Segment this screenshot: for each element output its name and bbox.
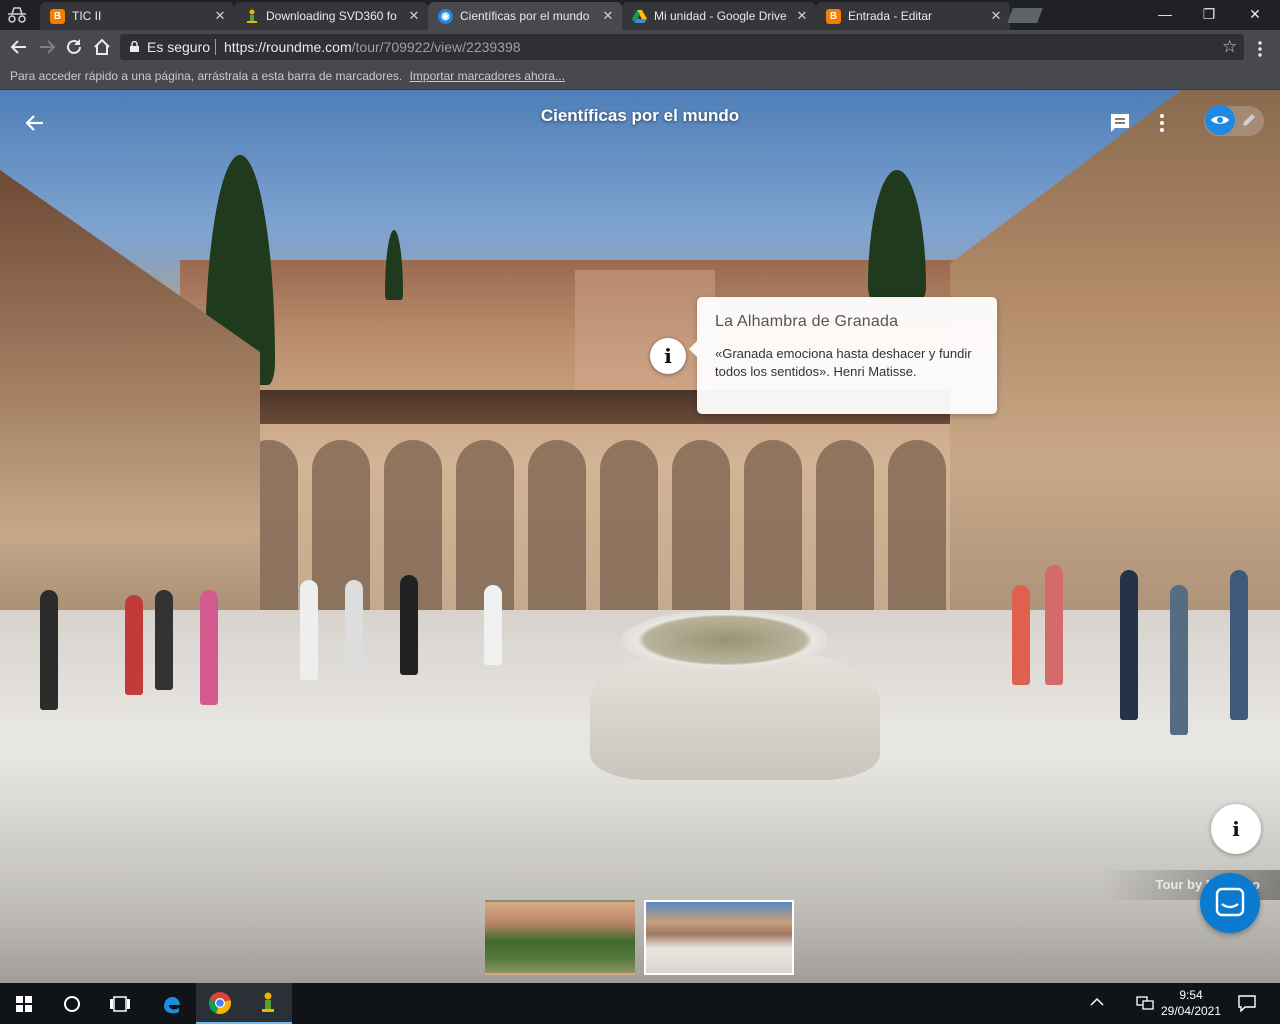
notifications-icon[interactable] bbox=[1238, 994, 1256, 1012]
drive-icon bbox=[632, 9, 647, 24]
tab-title: TIC II bbox=[72, 9, 102, 23]
visitor bbox=[1012, 585, 1030, 685]
new-tab-button[interactable] bbox=[1007, 8, 1043, 23]
visitor bbox=[200, 590, 218, 705]
visitor bbox=[1170, 585, 1188, 735]
network-icon[interactable] bbox=[1136, 995, 1154, 1011]
chrome-taskbar-button[interactable] bbox=[196, 983, 244, 1024]
search-circle-icon bbox=[64, 995, 80, 1012]
tab-close-icon[interactable]: ✕ bbox=[214, 8, 226, 24]
tab-close-icon[interactable]: ✕ bbox=[990, 8, 1002, 24]
start-button[interactable] bbox=[0, 983, 48, 1024]
popup-title: La Alhambra de Granada bbox=[715, 313, 899, 330]
visitor bbox=[1230, 570, 1248, 720]
chat-icon bbox=[1215, 887, 1245, 917]
close-window-button[interactable]: ✕ bbox=[1232, 4, 1278, 26]
tab-close-icon[interactable]: ✕ bbox=[408, 8, 420, 24]
visitor bbox=[1120, 570, 1138, 720]
blogger-icon: B bbox=[826, 8, 841, 24]
tab-tic-ii[interactable]: B TIC II ✕ bbox=[40, 2, 234, 30]
url-host: https://roundme.com bbox=[224, 39, 352, 55]
panorama-viewer[interactable]: Científicas por el mundo i La Alhambra d… bbox=[0, 90, 1280, 983]
bookmarks-hint: Para acceder rápido a una página, arrást… bbox=[10, 69, 403, 83]
search-button[interactable] bbox=[48, 983, 96, 1024]
tour-info-button[interactable]: i bbox=[1211, 804, 1261, 854]
windows-taskbar: 9:54 29/04/2021 bbox=[0, 983, 1280, 1024]
task-view-button[interactable] bbox=[96, 983, 144, 1024]
tab-close-icon[interactable]: ✕ bbox=[602, 8, 614, 24]
info-hotspot[interactable]: i bbox=[650, 338, 686, 374]
visitor bbox=[400, 575, 418, 675]
visitor bbox=[484, 585, 502, 665]
task-view-icon bbox=[110, 995, 130, 1012]
visitor bbox=[155, 590, 173, 690]
home-icon[interactable] bbox=[91, 36, 113, 58]
import-bookmarks-link[interactable]: Importar marcadores ahora... bbox=[410, 69, 565, 83]
scene-thumbnail-1[interactable] bbox=[485, 900, 635, 975]
back-icon[interactable] bbox=[8, 36, 30, 58]
chat-button[interactable] bbox=[1200, 873, 1260, 933]
fountain-basin bbox=[622, 610, 828, 670]
tab-entrada-editar[interactable]: B Entrada - Editar ✕ bbox=[816, 2, 1010, 30]
chrome-menu-icon[interactable] bbox=[1258, 40, 1262, 58]
bookmark-star-icon[interactable]: ☆ bbox=[1222, 37, 1237, 57]
address-separator bbox=[215, 39, 216, 55]
security-label: Es seguro bbox=[147, 39, 211, 55]
maximize-button[interactable]: ❐ bbox=[1186, 4, 1232, 26]
address-bar[interactable]: Es seguro https://roundme.com/tour/70992… bbox=[120, 34, 1244, 60]
tab-title: Mi unidad - Google Drive bbox=[654, 9, 787, 23]
tab-title: Downloading SVD360 fo bbox=[266, 9, 397, 23]
visitor bbox=[125, 595, 143, 695]
url-text[interactable]: https://roundme.com/tour/709922/view/223… bbox=[224, 39, 521, 55]
popup-body: «Granada emociona hasta deshacer y fundi… bbox=[715, 346, 972, 379]
blogger-icon: B bbox=[50, 8, 65, 24]
tab-downloading-svd360[interactable]: Downloading SVD360 fo ✕ bbox=[234, 2, 428, 30]
visitor bbox=[345, 580, 363, 675]
scene-thumbnail-2[interactable] bbox=[644, 900, 794, 975]
lock-icon bbox=[130, 41, 139, 52]
url-path: /tour/709922/view/2239398 bbox=[351, 39, 521, 55]
bookmarks-bar: Para acceder rápido a una página, arrást… bbox=[0, 64, 1280, 90]
reload-icon[interactable] bbox=[63, 36, 85, 58]
pencil-icon[interactable] bbox=[1241, 112, 1257, 128]
visitor bbox=[40, 590, 58, 710]
clock-date: 29/04/2021 bbox=[1160, 1004, 1222, 1018]
clock-time: 9:54 bbox=[1179, 988, 1203, 1002]
browser-tab-strip: B TIC II ✕ Downloading SVD360 fo ✕ ◉ Cie… bbox=[0, 0, 1280, 30]
tab-close-icon[interactable]: ✕ bbox=[796, 8, 808, 24]
eye-icon bbox=[1211, 116, 1229, 124]
downloader-taskbar-button[interactable] bbox=[244, 983, 292, 1024]
minimize-button[interactable]: — bbox=[1142, 4, 1188, 26]
edge-icon bbox=[164, 996, 180, 1013]
more-options-icon[interactable] bbox=[1158, 112, 1166, 134]
browser-toolbar: Es seguro https://roundme.com/tour/70992… bbox=[0, 30, 1280, 64]
tab-google-drive[interactable]: Mi unidad - Google Drive ✕ bbox=[622, 2, 816, 30]
downloader-icon bbox=[262, 992, 274, 1012]
tower-pavilion bbox=[575, 270, 715, 400]
tab-title: Entrada - Editar bbox=[848, 9, 933, 23]
roundme-icon: ◉ bbox=[438, 8, 453, 24]
windows-logo-icon bbox=[16, 995, 32, 1012]
forward-icon[interactable] bbox=[36, 36, 58, 58]
tray-chevron-up-icon[interactable] bbox=[1090, 997, 1104, 1007]
tab-title: Científicas por el mundo bbox=[460, 9, 590, 23]
download-icon bbox=[244, 9, 259, 24]
chrome-icon bbox=[208, 991, 231, 1014]
visitor bbox=[300, 580, 318, 680]
visitor bbox=[1045, 565, 1063, 685]
comments-icon[interactable] bbox=[1109, 112, 1131, 134]
view-mode-button[interactable] bbox=[1205, 105, 1235, 135]
hotspot-popup: La Alhambra de Granada «Granada emociona… bbox=[689, 297, 997, 414]
edge-taskbar-button[interactable] bbox=[148, 983, 196, 1024]
taskbar-clock[interactable]: 9:54 29/04/2021 bbox=[1156, 987, 1226, 1019]
incognito-icon bbox=[8, 7, 26, 23]
tour-title: Científicas por el mundo bbox=[540, 106, 740, 125]
tab-cientificas[interactable]: ◉ Científicas por el mundo ✕ bbox=[428, 2, 622, 30]
